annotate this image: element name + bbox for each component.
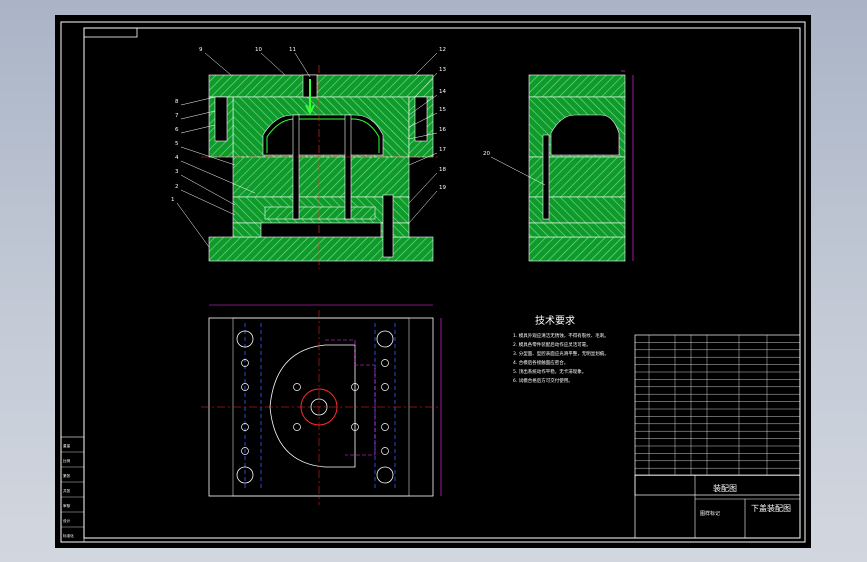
- screw-hole: [381, 423, 389, 431]
- balloon-label: 18: [439, 167, 446, 173]
- left-table-label: 重量: [63, 443, 71, 448]
- front-section-view: [201, 65, 441, 269]
- side-bottom-plate: [528, 236, 626, 262]
- inner-border: [83, 27, 801, 539]
- tech-req-items: 1. 模具外观应清洁无锈蚀，不得有裂纹、毛刺。 2. 模具各零件装配后动作应灵活可…: [513, 332, 609, 384]
- core-plate: [232, 156, 410, 198]
- ejector-plate: [264, 206, 376, 220]
- tech-req-item: 3. 分型面、型腔表面应光滑平整，无明显划痕。: [513, 350, 609, 357]
- balloon-leader: [176, 202, 210, 248]
- balloon-label: 7: [175, 113, 179, 119]
- title-block-product-name: 下盖装配图: [751, 503, 791, 513]
- left-revision-table: 重量比例第张共张审核设计标准化: [60, 436, 85, 543]
- balloon-label: 17: [439, 147, 446, 153]
- balloon-label: 5: [175, 141, 179, 147]
- assembly-drawing: 123456789 10 11 1213141516171819 20 技术要求…: [60, 21, 806, 543]
- drawing-sheet: 1 2 3 4 5 6 7 8 9 10 11 12 13 14 15 16 17 18 19 20: [55, 15, 811, 548]
- bom-frame: [634, 334, 801, 496]
- cad-application-window: 1 2 3 4 5 6 7 8 9 10 11 12 13 14 15 16 17 18 19 20: [0, 0, 867, 562]
- tech-req-item: 6. 试模合格后方可交付使用。: [513, 377, 573, 384]
- balloon-label: 11: [289, 47, 296, 53]
- balloon-leader: [180, 189, 236, 216]
- balloon-label: 19: [439, 185, 446, 191]
- balloon-label: 10: [255, 47, 262, 53]
- guide-bore: [376, 330, 394, 348]
- balloon-label: 8: [175, 99, 179, 105]
- side-section-view: [528, 70, 634, 262]
- bottom-clamp-plate: [208, 236, 434, 262]
- guide-pin-left: [214, 96, 228, 142]
- balloon-label: 20: [483, 151, 490, 157]
- code-box: [83, 27, 138, 38]
- guide-bore: [376, 466, 394, 484]
- balloon-label: 1: [171, 197, 175, 203]
- balloon-label: 2: [175, 184, 179, 190]
- spacer-block-left: [232, 222, 262, 238]
- bom-table: [634, 334, 801, 496]
- left-table-label: 设计: [63, 518, 71, 523]
- tech-req-item: 1. 模具外观应清洁无锈蚀，不得有裂纹、毛刺。: [513, 332, 609, 339]
- screw-hole: [381, 383, 389, 391]
- balloon-leader: [408, 190, 438, 224]
- product-cavity: [262, 114, 384, 156]
- top-clamp-plate: [208, 74, 434, 98]
- left-table-label: 比例: [63, 458, 71, 463]
- balloon-label: 6: [175, 127, 179, 133]
- balloon-label: 13: [439, 67, 446, 73]
- balloon-leader: [204, 52, 232, 76]
- screw-hole: [293, 423, 301, 431]
- left-table-rows: 重量比例第张共张审核设计标准化: [61, 443, 84, 543]
- balloon-leader: [180, 174, 236, 206]
- left-table-label: 第张: [63, 473, 71, 478]
- balloon-leader: [414, 52, 438, 76]
- balloon-label: 14: [439, 89, 446, 95]
- tech-req-item: 2. 模具各零件装配后动作应灵活可靠。: [513, 341, 591, 348]
- tech-req-item: 5. 顶出系统动作平稳，无卡滞现象。: [513, 368, 586, 375]
- balloon-label: 15: [439, 107, 446, 113]
- balloon-leader: [408, 172, 438, 204]
- plan-cavity-outline: [269, 344, 356, 468]
- title-block-main-title: 装配图: [713, 483, 737, 493]
- plan-runner: [325, 339, 376, 456]
- title-block: 装配图 下盖装配图 图样标记: [634, 474, 801, 539]
- balloon-leader: [260, 52, 286, 76]
- balloon-label: 4: [175, 155, 179, 161]
- technical-requirements: 技术要求 1. 模具外观应清洁无锈蚀，不得有裂纹、毛刺。 2. 模具各零件装配后动…: [513, 314, 609, 384]
- tech-req-title: 技术要求: [535, 314, 575, 327]
- screw-hole: [381, 359, 389, 367]
- balloon-leader: [294, 52, 311, 78]
- balloon-label: 9: [199, 47, 203, 53]
- left-table-label: 共张: [63, 488, 71, 493]
- left-table-label: 标准化: [63, 533, 74, 538]
- tech-req-item: 4. 合模后各接触面应密合。: [513, 359, 568, 366]
- screw-hole: [293, 383, 301, 391]
- title-block-stamp: 图样标记: [700, 510, 720, 517]
- side-top-plate: [528, 74, 626, 98]
- balloon-label: 3: [175, 169, 179, 175]
- side-spacer: [528, 222, 626, 238]
- side-pin: [542, 134, 550, 220]
- screw-hole: [381, 447, 389, 455]
- return-screw: [382, 194, 394, 258]
- bom-rows: [635, 335, 800, 476]
- balloon-label: 16: [439, 127, 446, 133]
- balloon-label: 12: [439, 47, 446, 53]
- left-table-label: 审核: [63, 503, 71, 508]
- ejector-pin-left: [292, 114, 300, 220]
- side-product-cavity: [550, 114, 620, 156]
- ejector-pin-right: [344, 114, 352, 220]
